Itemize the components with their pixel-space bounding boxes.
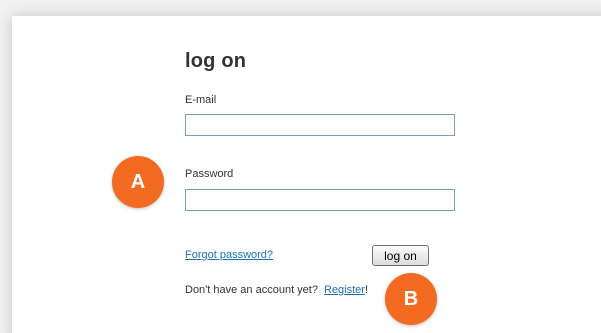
register-link[interactable]: Register xyxy=(324,284,365,296)
signup-prompt: Don't have an account yet? Register! xyxy=(185,284,368,296)
password-field[interactable] xyxy=(185,189,455,211)
screenshot-stage: log on E-mail Password Forgot password? … xyxy=(0,0,601,333)
page-title: log on xyxy=(185,50,247,72)
forgot-password-link[interactable]: Forgot password? xyxy=(185,249,273,261)
register-suffix: ! xyxy=(364,284,368,296)
login-panel: log on E-mail Password Forgot password? … xyxy=(12,16,601,333)
annotation-marker-a: A xyxy=(112,156,164,208)
password-label: Password xyxy=(185,168,234,180)
email-field[interactable] xyxy=(185,114,455,136)
annotation-marker-b: B xyxy=(385,273,437,325)
log-on-button[interactable]: log on xyxy=(372,245,429,266)
signup-prompt-text: Don't have an account yet? xyxy=(185,284,318,296)
email-label: E-mail xyxy=(185,94,217,106)
